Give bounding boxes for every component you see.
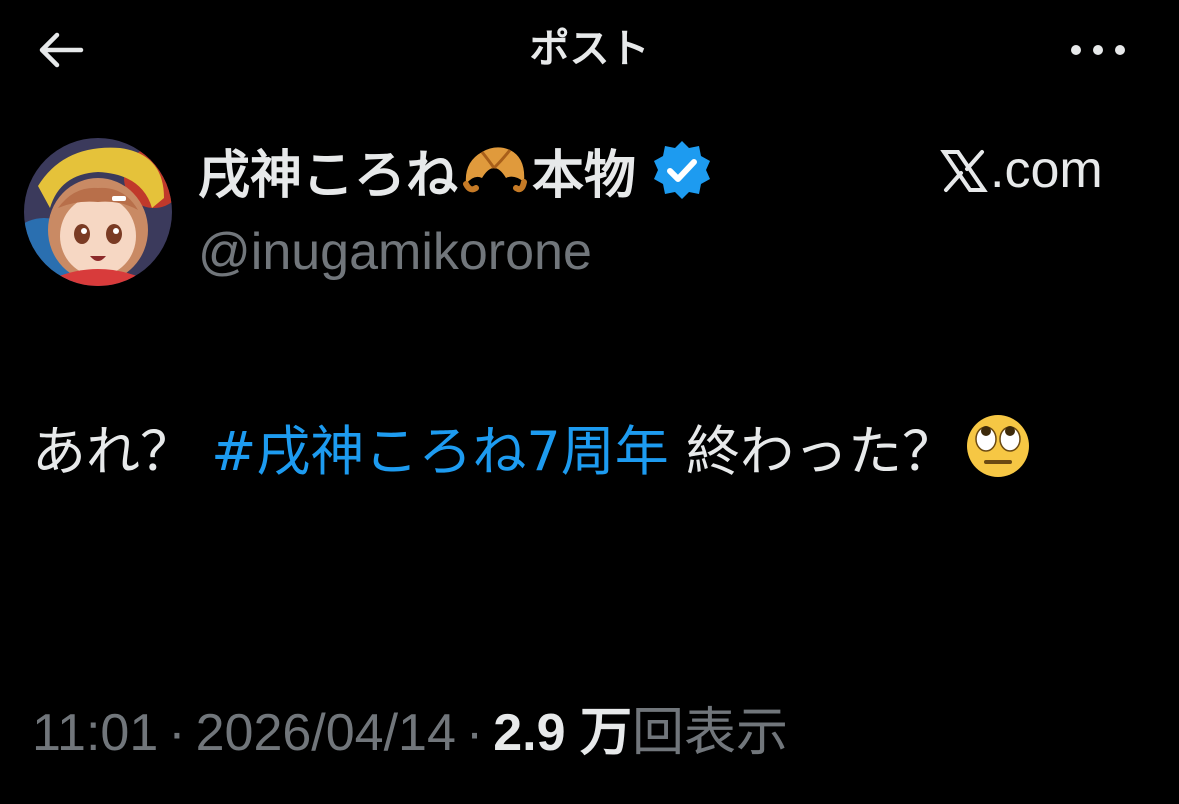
x-logo-icon (940, 147, 988, 193)
tweet-date[interactable]: 2026/04/14 (196, 704, 456, 762)
hashtag-link[interactable]: #戌神ころね7周年 (211, 420, 669, 483)
meta-separator: · (465, 704, 484, 762)
meta-separator: · (168, 704, 186, 762)
avatar[interactable] (24, 138, 172, 286)
page-title: ポスト (529, 26, 650, 72)
tweet-text-before: あれ？ (32, 420, 194, 483)
tweet-text-after: 終わった？ (685, 420, 956, 483)
more-dots-icon (1071, 45, 1125, 55)
author-display-name[interactable]: 戌神ころね 本物 (198, 134, 714, 206)
croissant-emoji (460, 138, 530, 202)
display-name-suffix: 本物 (532, 145, 637, 206)
more-options-button[interactable] (1058, 22, 1138, 78)
display-name-prefix: 戌神ころね (198, 145, 459, 206)
tweet-time[interactable]: 11:01 (32, 704, 158, 762)
tweet-body: あれ？ #戌神ころね7周年 終わった？ (32, 408, 1112, 496)
top-navigation-bar: ポスト (0, 0, 1179, 100)
author-handle[interactable]: @inugamikorone (198, 222, 592, 282)
view-label: 回表示 (631, 704, 788, 762)
source-label: .com (940, 140, 1103, 200)
tweet-metadata: 11:01 · 2026/04/14 · 2.9 万回表示 (32, 690, 788, 765)
view-count[interactable]: 2.9 万 (493, 704, 632, 762)
rolling-eyes-emoji (964, 412, 1032, 480)
source-domain: .com (990, 141, 1103, 199)
verified-badge-icon (650, 138, 714, 202)
